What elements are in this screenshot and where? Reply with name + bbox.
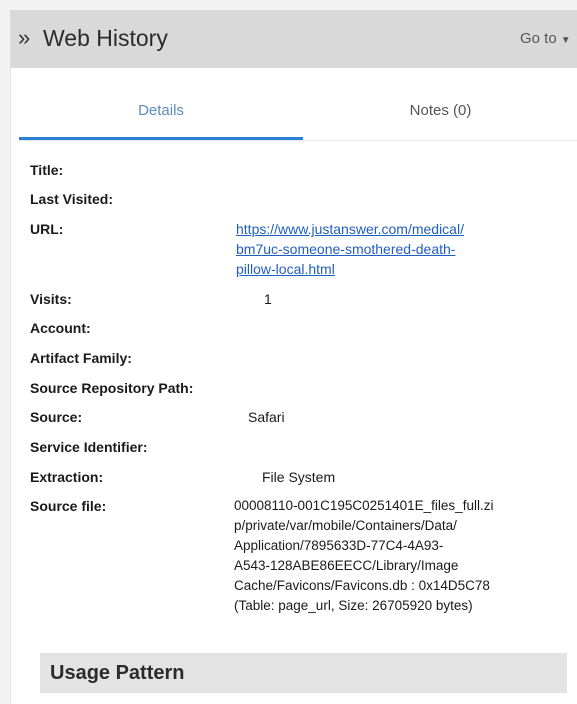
- url-value[interactable]: https://www.justanswer.com/medical/ bm7u…: [236, 219, 552, 279]
- field-label: Title:: [30, 162, 64, 178]
- field-label: Artifact Family:: [30, 350, 132, 366]
- field-label: Last Visited:: [30, 191, 113, 207]
- field-label: Extraction:: [30, 469, 104, 485]
- source-file-line: p/private/var/mobile/Containers/Data/: [234, 518, 457, 533]
- usage-pattern-section[interactable]: Usage Pattern: [40, 653, 567, 693]
- source-file-line: Application/7895633D-77C4-4A93-: [234, 538, 444, 553]
- goto-label: Go to: [520, 30, 557, 47]
- section-title: Usage Pattern: [50, 662, 185, 684]
- field-label: Source file:: [30, 498, 107, 514]
- source-value: Safari: [248, 409, 285, 425]
- source-file-line: Cache/Favicons/Favicons.db : 0x14D5C78: [234, 578, 490, 593]
- tab-notes[interactable]: Notes (0): [303, 84, 577, 140]
- field-label: Visits:: [30, 291, 72, 307]
- field-label: URL:: [30, 221, 64, 237]
- tab-details[interactable]: Details: [19, 84, 303, 140]
- page-title: Web History: [43, 25, 168, 51]
- field-label: Service Identifier:: [30, 439, 148, 455]
- field-label: Source Repository Path:: [30, 380, 194, 396]
- chevron-down-icon: ▼: [560, 35, 571, 46]
- tab-bar: Details Notes (0): [19, 84, 577, 141]
- source-file-line: (Table: page_url, Size: 26705920 bytes): [234, 598, 473, 613]
- double-chevron-right-icon[interactable]: »: [18, 25, 30, 51]
- web-history-header: » Web History Go to ▼: [10, 10, 577, 68]
- source-file-line: A543-128ABE86EECC/Library/Image: [234, 558, 459, 573]
- goto-dropdown[interactable]: Go to ▼: [520, 29, 571, 51]
- url-link-line[interactable]: pillow-local.html: [236, 259, 552, 279]
- source-file-value: 00008110-001C195C0251401E_files_full.zi …: [234, 496, 564, 616]
- url-link-line[interactable]: https://www.justanswer.com/medical/: [236, 219, 552, 239]
- field-label: Account:: [30, 320, 91, 336]
- source-file-line: 00008110-001C195C0251401E_files_full.zi: [234, 498, 494, 513]
- tab-divider: [19, 140, 577, 141]
- visits-value: 1: [264, 291, 272, 307]
- field-label: Source:: [30, 409, 83, 425]
- url-link-line[interactable]: bm7uc-someone-smothered-death-: [236, 239, 552, 259]
- extraction-value: File System: [262, 469, 336, 485]
